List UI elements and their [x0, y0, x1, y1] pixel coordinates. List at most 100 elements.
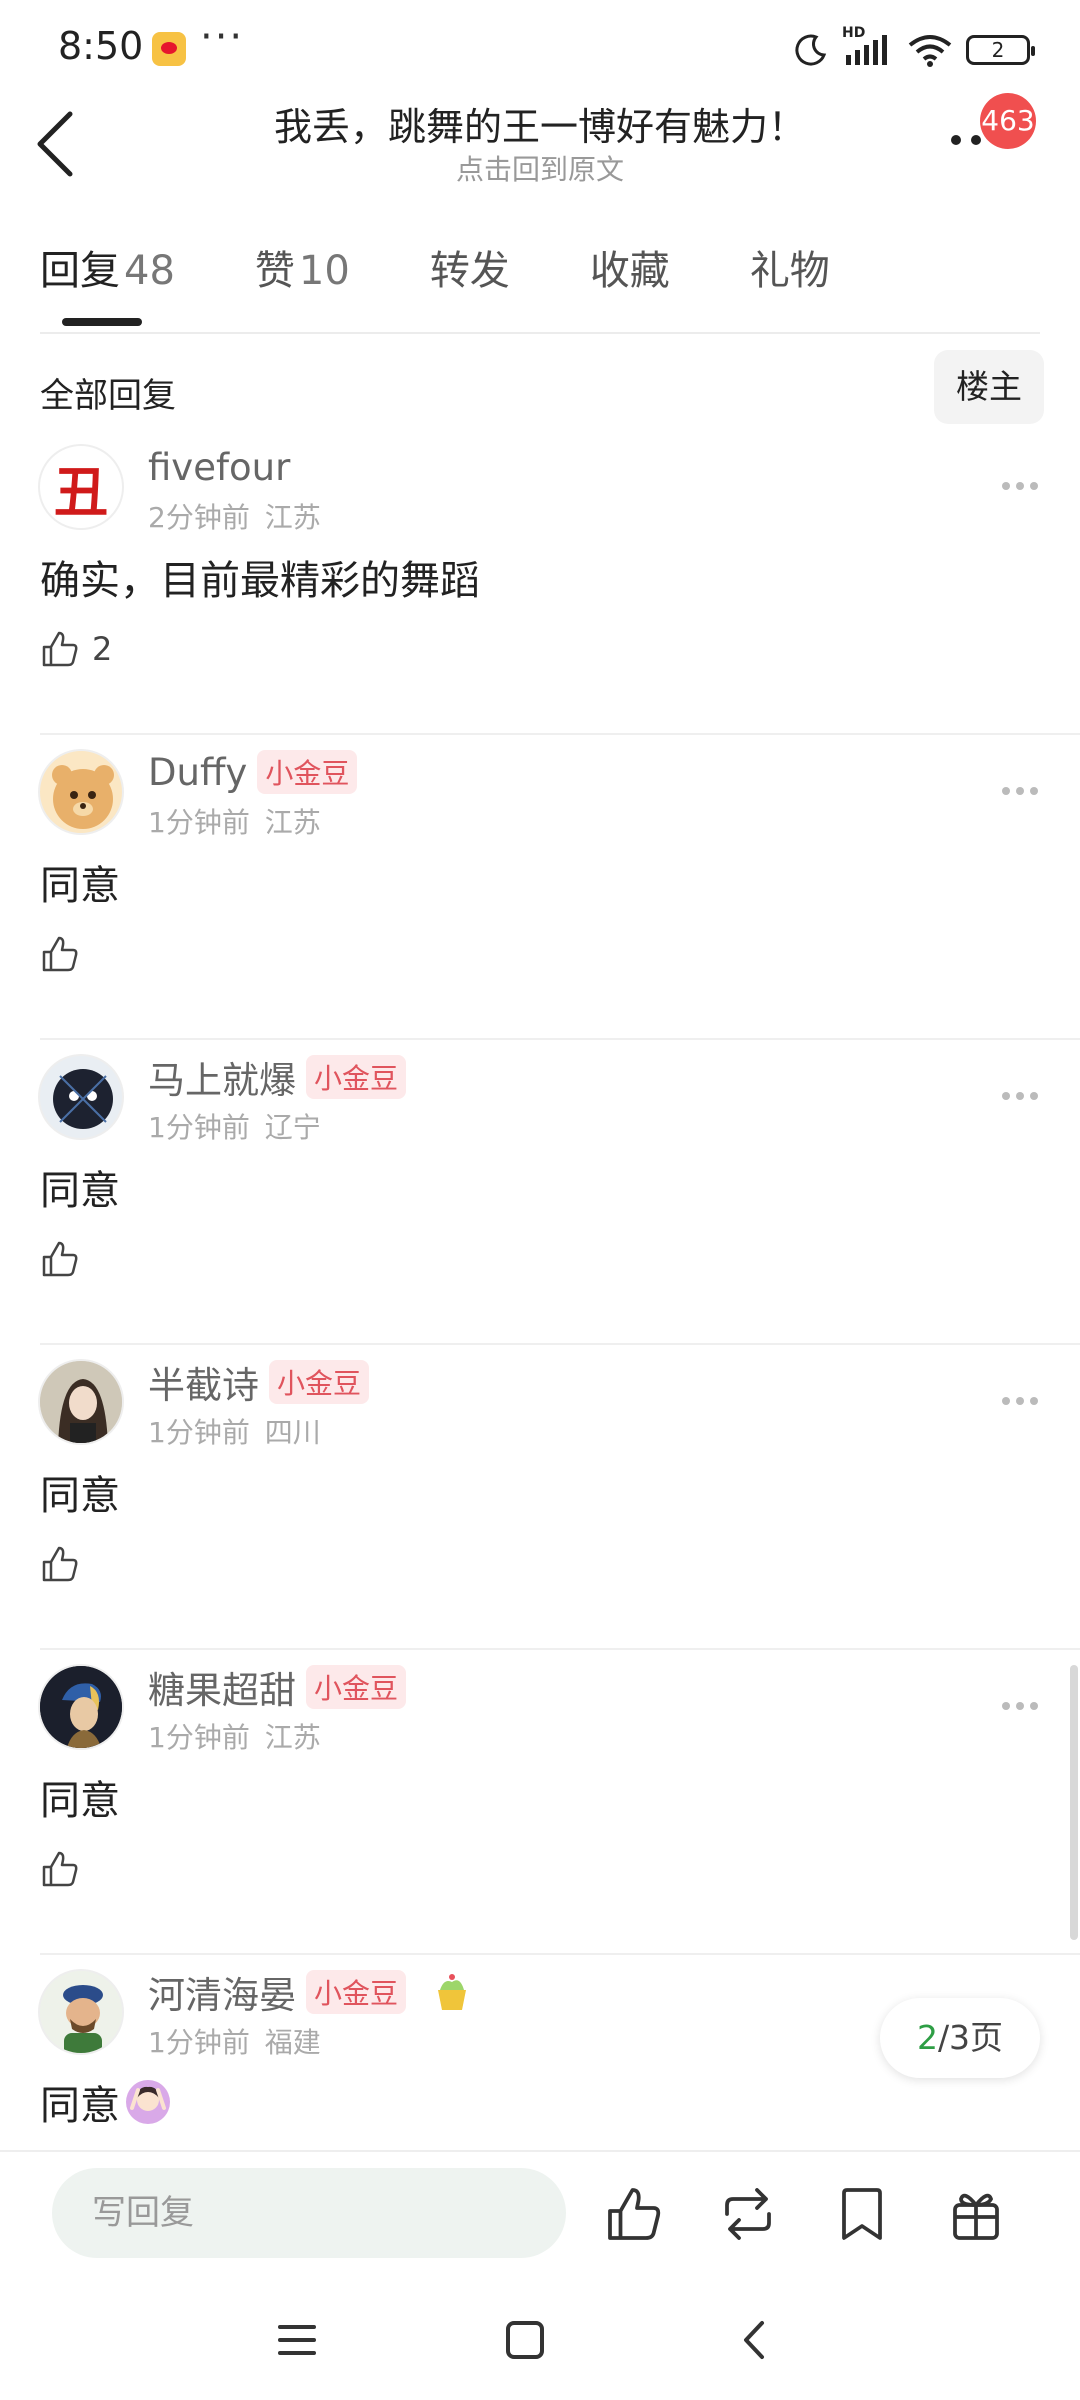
- tab-bar: 回复 48 赞 10 转发 收藏 礼物: [40, 238, 910, 328]
- emoji-icon: [126, 2080, 170, 2124]
- tab-likes-label: 赞: [254, 248, 295, 294]
- tab-likes[interactable]: 赞 10: [255, 238, 350, 328]
- cake-badge-icon: [438, 1974, 467, 2010]
- tab-favorites[interactable]: 收藏: [590, 238, 670, 328]
- comment-time: 2分钟前: [148, 501, 250, 534]
- thumbs-up-icon: [42, 1851, 78, 1887]
- menu-icon[interactable]: [274, 2317, 320, 2363]
- like-count: 2: [92, 630, 113, 668]
- comment-text: 同意: [40, 1778, 120, 1824]
- tab-replies[interactable]: 回复 48: [40, 238, 175, 328]
- current-page: 2: [916, 2018, 938, 2057]
- comment-location: 江苏: [264, 501, 321, 534]
- user-badge: 小金豆: [306, 1970, 407, 2014]
- user-badge: 小金豆: [269, 1360, 370, 1404]
- comment-location: 江苏: [264, 806, 321, 839]
- avatar[interactable]: [38, 1054, 124, 1140]
- comment-meta: 1分钟前 辽宁: [148, 1106, 321, 1146]
- page-title[interactable]: 我丢，跳舞的王一博好有魅力！: [200, 96, 880, 151]
- avatar[interactable]: [38, 1969, 124, 2055]
- back-button[interactable]: [32, 106, 80, 182]
- username-row: fivefour: [148, 442, 290, 492]
- status-indicators: HD 2: [794, 25, 1035, 70]
- scrollbar[interactable]: [1070, 1665, 1078, 1940]
- tab-likes-count: 10: [298, 248, 350, 294]
- tab-gifts[interactable]: 礼物: [750, 238, 830, 328]
- username[interactable]: 马上就爆: [148, 1050, 296, 1104]
- reply-input[interactable]: 写回复: [52, 2168, 566, 2258]
- username[interactable]: 糖果超甜: [148, 1660, 296, 1714]
- comment-more-icon[interactable]: [1000, 480, 1040, 492]
- comment-more-icon[interactable]: [1000, 1090, 1040, 1102]
- comment-more-icon[interactable]: [1000, 785, 1040, 797]
- tab-replies-count: 48: [124, 248, 175, 294]
- tab-reposts[interactable]: 转发: [430, 238, 510, 328]
- all-replies-filter[interactable]: 全部回复: [40, 368, 176, 417]
- avatar[interactable]: [38, 1664, 124, 1750]
- home-icon[interactable]: [502, 2317, 548, 2363]
- comment-location: 江苏: [264, 1721, 321, 1754]
- battery-icon: 2: [966, 35, 1035, 65]
- username-row: 河清海晏 小金豆: [148, 1967, 474, 2017]
- comment-text: 同意: [40, 2073, 172, 2131]
- username[interactable]: fivefour: [148, 446, 290, 489]
- signal-icon: HD: [842, 25, 894, 67]
- username[interactable]: 半截诗: [148, 1355, 259, 1409]
- comment-text: 确实，目前最精彩的舞蹈: [40, 558, 480, 604]
- username[interactable]: Duffy: [148, 751, 247, 794]
- comment-time: 1分钟前: [148, 806, 250, 839]
- moon-icon: [795, 34, 827, 66]
- comment-time: 1分钟前: [148, 1721, 250, 1754]
- comment-item: Duffy 小金豆 1分钟前 江苏 同意: [0, 735, 1080, 1040]
- tab-replies-label: 回复: [40, 248, 120, 294]
- repost-icon[interactable]: [718, 2184, 778, 2244]
- wifi-icon: [908, 35, 952, 67]
- owner-only-button[interactable]: 楼主: [934, 350, 1044, 424]
- comment-more-icon[interactable]: [1000, 1700, 1040, 1712]
- like-button[interactable]: [40, 1236, 80, 1282]
- comment-item: 半截诗 小金豆 1分钟前 四川 同意: [0, 1345, 1080, 1650]
- comment-meta: 2分钟前 江苏: [148, 496, 321, 536]
- thumbs-up-icon: [42, 631, 78, 667]
- comment-list: 丑 fivefour 2分钟前 江苏 确实，目前最精彩的舞蹈 2 Duffy 小…: [0, 430, 1080, 2205]
- comment-meta: 1分钟前 四川: [148, 1411, 321, 1451]
- username[interactable]: 河清海晏: [148, 1965, 296, 2019]
- user-badge: 小金豆: [306, 1055, 407, 1099]
- like-post-icon[interactable]: [604, 2184, 664, 2244]
- comment-time: 1分钟前: [148, 1416, 250, 1449]
- weibo-app-icon: [152, 32, 186, 66]
- status-time: 8:50: [58, 24, 144, 68]
- back-to-original-link[interactable]: 点击回到原文: [200, 148, 880, 188]
- tab-reposts-label: 转发: [429, 248, 510, 294]
- comment-item: 糖果超甜 小金豆 1分钟前 江苏 同意: [0, 1650, 1080, 1955]
- notification-badge[interactable]: 463: [980, 93, 1036, 149]
- tabs-divider: [40, 332, 1040, 334]
- username-row: 糖果超甜 小金豆: [148, 1660, 407, 1714]
- nav-back-icon[interactable]: [732, 2317, 778, 2363]
- avatar[interactable]: [38, 749, 124, 835]
- status-bar: 8:50 ··· HD 2: [0, 0, 1080, 96]
- user-badge: 小金豆: [257, 750, 358, 794]
- like-button[interactable]: [40, 1846, 80, 1892]
- bottom-action-bar: 写回复: [0, 2150, 1080, 2275]
- username-row: 马上就爆 小金豆: [148, 1050, 407, 1104]
- thumbs-up-icon: [42, 1241, 78, 1277]
- comment-meta: 1分钟前 江苏: [148, 801, 321, 841]
- like-button[interactable]: [40, 1541, 80, 1587]
- comment-text: 同意: [40, 1168, 120, 1214]
- like-button[interactable]: 2: [40, 626, 112, 672]
- tab-gifts-label: 礼物: [749, 248, 830, 294]
- gift-icon[interactable]: [946, 2184, 1006, 2244]
- avatar[interactable]: [38, 1359, 124, 1445]
- comment-location: 四川: [264, 1416, 321, 1449]
- comment-more-icon[interactable]: [1000, 1395, 1040, 1407]
- username-row: 半截诗 小金豆: [148, 1355, 370, 1409]
- like-button[interactable]: [40, 931, 80, 977]
- comment-meta: 1分钟前 江苏: [148, 1716, 321, 1756]
- comment-time: 1分钟前: [148, 2026, 250, 2059]
- system-nav-bar: [0, 2275, 1080, 2400]
- bookmark-icon[interactable]: [832, 2184, 892, 2244]
- avatar[interactable]: 丑: [38, 444, 124, 530]
- battery-level: 2: [991, 38, 1005, 62]
- page-indicator[interactable]: 2/3页: [880, 1998, 1040, 2078]
